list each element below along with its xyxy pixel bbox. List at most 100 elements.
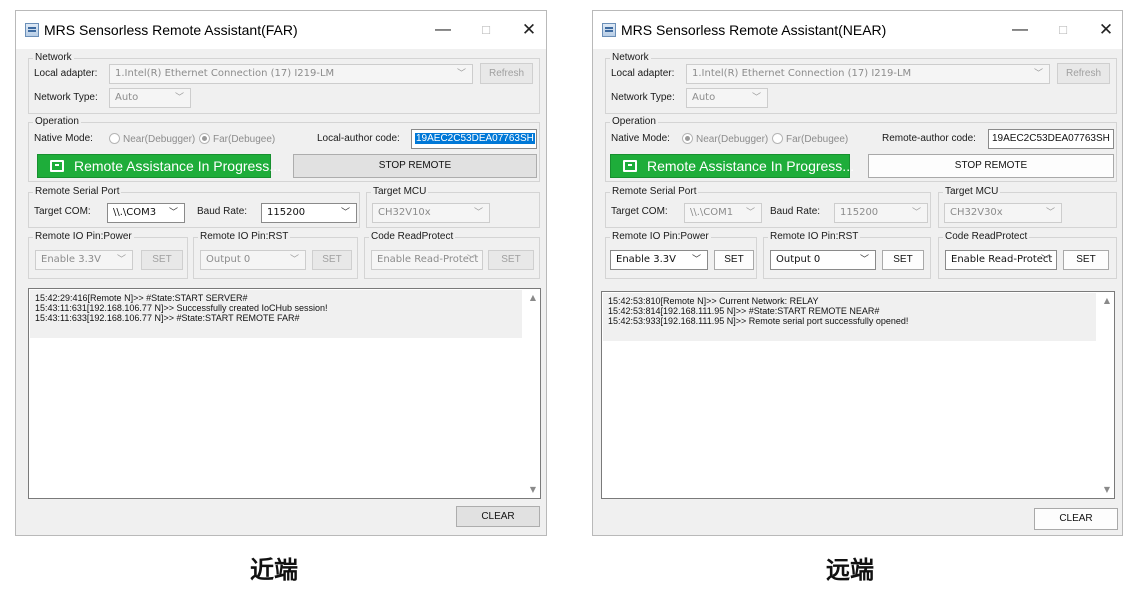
operation-group: Operation Native Mode: Near(Debugger) Fa… (28, 116, 540, 182)
chevron-down-icon: ﹀ (168, 208, 178, 218)
clear-button[interactable]: CLEAR (1034, 508, 1118, 530)
log-lines: 15:42:53:810[Remote N]>> Current Network… (608, 296, 908, 326)
radio-checked-icon (682, 133, 693, 144)
baud-rate-select[interactable]: 115200 ﹀ (834, 203, 928, 223)
remote-serial-port-group: Remote Serial Port Target COM: \\.\COM3 … (28, 186, 360, 228)
refresh-button[interactable]: Refresh (1057, 63, 1110, 84)
readprotect-select[interactable]: Enable Read-Protect ﹀ (945, 250, 1057, 270)
chevron-down-icon: ﹀ (340, 208, 350, 218)
close-button[interactable]: ✕ (514, 19, 544, 41)
local-adapter-value: 1.Intel(R) Ethernet Connection (17) I219… (692, 68, 912, 79)
native-mode-label: Native Mode: (34, 133, 93, 144)
baud-rate-label: Baud Rate: (197, 206, 248, 217)
power-select[interactable]: Enable 3.3V ﹀ (610, 250, 708, 270)
target-com-select[interactable]: \\.\COM1 ﹀ (684, 203, 762, 223)
target-mcu-select[interactable]: CH32V30x ﹀ (944, 203, 1062, 223)
window-title: MRS Sensorless Remote Assistant(FAR) (44, 22, 298, 38)
app-icon (25, 23, 39, 37)
serial-group-label: Remote Serial Port (610, 186, 699, 197)
network-type-label: Network Type: (611, 92, 675, 103)
target-com-label: Target COM: (34, 206, 91, 217)
author-code-input[interactable]: 19AEC2C53DEA07763SH (988, 129, 1114, 149)
readprotect-select[interactable]: Enable Read-Protect ﹀ (371, 250, 483, 270)
target-mcu-group: Target MCU CH32V10x ﹀ (366, 186, 540, 228)
scroll-down-icon[interactable]: ▼ (1104, 485, 1110, 494)
remote-assistance-button[interactable]: Remote Assistance In Progress... (610, 154, 854, 178)
minimize-button[interactable]: — (1005, 19, 1035, 41)
chevron-down-icon: ﹀ (751, 93, 761, 103)
maximize-button[interactable]: □ (1048, 19, 1078, 41)
close-button[interactable]: ✕ (1091, 19, 1121, 41)
stop-remote-button[interactable]: STOP REMOTE (293, 154, 537, 178)
far-debugee-radio[interactable]: Far(Debugee) (772, 133, 848, 147)
log-line: 15:42:53:933[192.168.111.95 N]>> Remote … (608, 316, 909, 326)
scroll-up-icon[interactable]: ▲ (1104, 296, 1110, 305)
rst-group-label: Remote IO Pin:RST (768, 231, 861, 242)
remote-icon (623, 160, 637, 172)
title-bar[interactable]: MRS Sensorless Remote Assistant(NEAR) — … (593, 11, 1122, 49)
io-pin-rst-group: Remote IO Pin:RST Output 0 ﹀ SET (193, 231, 358, 279)
target-mcu-value: CH32V30x (950, 207, 1003, 218)
near-debugger-radio[interactable]: Near(Debugger) (109, 133, 195, 147)
code-readprotect-group: Code ReadProtect Enable Read-Protect ﹀ S… (364, 231, 540, 279)
rst-select[interactable]: Output 0 ﹀ (770, 250, 876, 270)
readprotect-set-button[interactable]: SET (1063, 250, 1109, 270)
chevron-down-icon: ﹀ (456, 69, 466, 79)
remote-icon (50, 160, 64, 172)
network-type-value: Auto (115, 92, 139, 103)
target-mcu-group: Target MCU CH32V30x ﹀ (938, 186, 1117, 228)
remote-assistance-button[interactable]: Remote Assistance In Progress... (37, 154, 281, 178)
network-type-value: Auto (692, 92, 716, 103)
chevron-down-icon: ﹀ (473, 208, 483, 218)
local-adapter-select[interactable]: 1.Intel(R) Ethernet Connection (17) I219… (686, 64, 1050, 84)
network-type-select[interactable]: Auto ﹀ (109, 88, 191, 108)
log-line: 15:42:53:810[Remote N]>> Current Network… (608, 296, 819, 306)
network-type-label: Network Type: (34, 92, 98, 103)
rst-set-button[interactable]: SET (882, 250, 924, 270)
power-set-button[interactable]: SET (714, 250, 754, 270)
rst-value: Output 0 (776, 254, 821, 265)
rst-select[interactable]: Output 0 ﹀ (200, 250, 306, 270)
clear-button[interactable]: CLEAR (456, 506, 540, 527)
power-select[interactable]: Enable 3.3V ﹀ (35, 250, 133, 270)
local-adapter-label: Local adapter: (34, 68, 98, 79)
power-value: Enable 3.3V (41, 254, 101, 265)
scroll-down-icon[interactable]: ▼ (530, 485, 536, 494)
chevron-down-icon: ﹀ (691, 255, 701, 265)
maximize-button[interactable]: □ (471, 19, 501, 41)
readprotect-value: Enable Read-Protect (377, 254, 479, 265)
power-set-button[interactable]: SET (141, 250, 183, 270)
far-caption: 近端 (250, 556, 298, 584)
stop-remote-button[interactable]: STOP REMOTE (868, 154, 1114, 178)
title-bar[interactable]: MRS Sensorless Remote Assistant(FAR) — □… (16, 11, 546, 49)
log-output[interactable]: 15:42:29:416[Remote N]>> #State:START SE… (28, 288, 541, 499)
far-window: MRS Sensorless Remote Assistant(FAR) — □… (15, 10, 547, 536)
near-debugger-radio[interactable]: Near(Debugger) (682, 133, 768, 147)
rst-set-button[interactable]: SET (312, 250, 352, 270)
radio-checked-icon (199, 133, 210, 144)
author-code-value: 19AEC2C53DEA07763SH (992, 133, 1110, 144)
near-caption: 远端 (826, 556, 874, 584)
local-adapter-select[interactable]: 1.Intel(R) Ethernet Connection (17) I219… (109, 64, 473, 84)
scroll-up-icon[interactable]: ▲ (530, 293, 536, 302)
near-window: MRS Sensorless Remote Assistant(NEAR) — … (592, 10, 1123, 536)
target-com-label: Target COM: (611, 206, 668, 217)
target-mcu-group-label: Target MCU (943, 186, 1001, 197)
chevron-down-icon: ﹀ (466, 255, 476, 265)
readprotect-set-button[interactable]: SET (488, 250, 534, 270)
target-mcu-select[interactable]: CH32V10x ﹀ (372, 203, 490, 223)
remote-assistance-label: Remote Assistance In Progress... (74, 158, 281, 174)
author-code-input[interactable]: 19AEC2C53DEA07763SH (411, 129, 537, 149)
minimize-button[interactable]: — (428, 19, 458, 41)
target-com-select[interactable]: \\.\COM3 ﹀ (107, 203, 185, 223)
serial-group-label: Remote Serial Port (33, 186, 122, 197)
refresh-button[interactable]: Refresh (480, 63, 533, 84)
network-type-select[interactable]: Auto ﹀ (686, 88, 768, 108)
native-mode-label: Native Mode: (611, 133, 670, 144)
io-pin-power-group: Remote IO Pin:Power Enable 3.3V ﹀ SET (605, 231, 757, 279)
baud-rate-select[interactable]: 115200 ﹀ (261, 203, 357, 223)
log-output[interactable]: 15:42:53:810[Remote N]>> Current Network… (601, 291, 1115, 499)
rst-value: Output 0 (206, 254, 251, 265)
target-com-value: \\.\COM3 (113, 207, 157, 218)
far-debugee-radio[interactable]: Far(Debugee) (199, 133, 275, 147)
